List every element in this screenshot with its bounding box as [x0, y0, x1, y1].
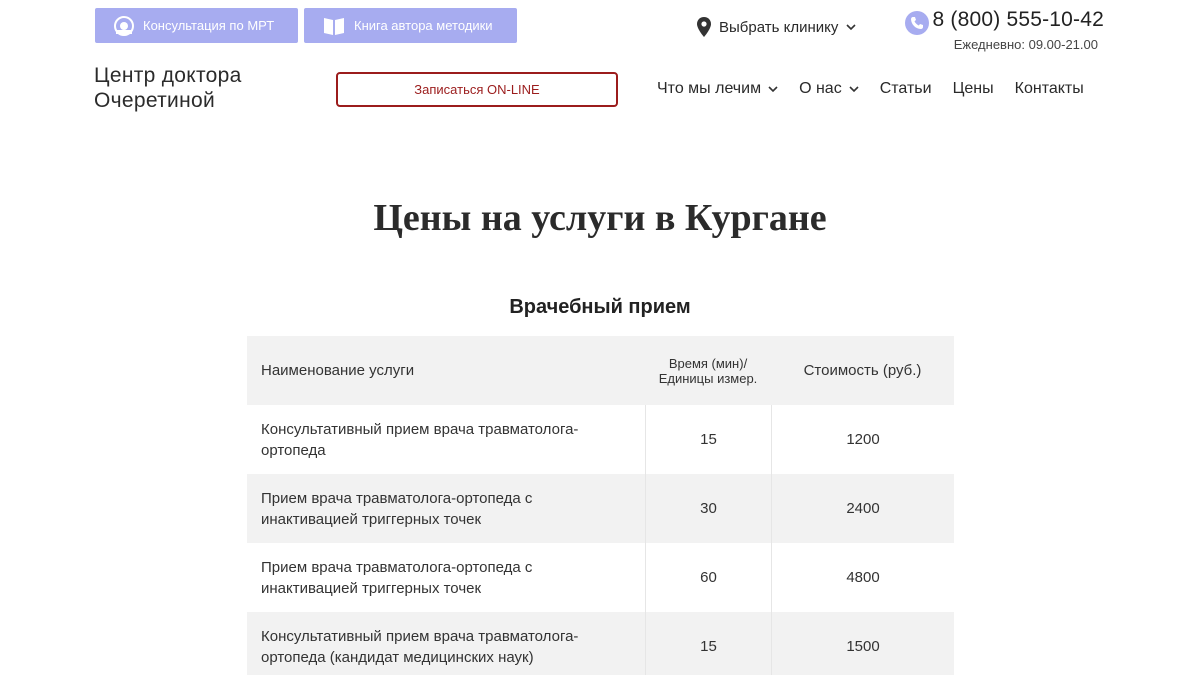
logo-line-1: Центр доктора: [94, 64, 242, 87]
column-header-price: Стоимость (руб.): [803, 362, 922, 379]
column-header-time: Время (мин)/ Единицы измер.: [658, 355, 758, 386]
nav-item-prices[interactable]: Цены: [953, 78, 994, 100]
mri-consultation-label: Консультация по МРТ: [143, 18, 275, 33]
author-book-label: Книга автора методики: [354, 18, 493, 33]
nav-item-contacts[interactable]: Контакты: [1015, 78, 1084, 100]
clinic-select[interactable]: Выбрать клинику: [697, 14, 856, 40]
nav-item-label: О нас: [799, 80, 842, 97]
table-row: Прием врача травматолога-ортопеда с инак…: [247, 543, 954, 612]
column-header-service: Наименование услуги: [261, 362, 415, 379]
chevron-down-icon: [846, 23, 856, 30]
nav-item-articles[interactable]: Статьи: [880, 78, 932, 100]
nav-item-label: Контакты: [1014, 80, 1084, 97]
table-row: Консультативный прием врача травматолога…: [247, 405, 954, 474]
table-header-row: Наименование услуги Время (мин)/ Единицы…: [247, 336, 954, 405]
price-cell: 1200: [771, 405, 954, 474]
mri-consultation-button[interactable]: Консультация по МРТ: [95, 8, 298, 43]
price-cell: 1500: [771, 612, 954, 675]
time-cell: 30: [645, 474, 771, 543]
phone-icon: [905, 11, 929, 35]
page-title: Цены на услуги в Кургане: [373, 197, 827, 239]
time-cell: 60: [645, 543, 771, 612]
book-online-button[interactable]: Записаться ON-LINE: [336, 72, 618, 107]
nav-item-about[interactable]: О нас: [799, 78, 859, 100]
time-cell: 15: [645, 612, 771, 675]
logo-line-2: Очеретиной: [94, 89, 215, 112]
price-table: Наименование услуги Время (мин)/ Единицы…: [247, 336, 954, 675]
service-name-cell: Прием врача травматолога-ортопеда с инак…: [261, 489, 533, 528]
clinic-select-label: Выбрать клинику: [719, 18, 839, 36]
price-cell: 2400: [771, 474, 954, 543]
price-cell: 4800: [771, 543, 954, 612]
nav-item-label: Цены: [952, 80, 994, 97]
nav-item-label: Что мы лечим: [657, 80, 762, 97]
nav-item-label: Статьи: [879, 80, 932, 97]
mri-icon: [114, 15, 134, 36]
phone-number[interactable]: 8 (800) 555-10-42: [932, 8, 1104, 32]
working-hours: Ежедневно: 09.00-21.00: [953, 37, 1098, 52]
book-icon: [324, 17, 344, 35]
table-row: Прием врача травматолога-ортопеда с инак…: [247, 474, 954, 543]
phone-block: 8 (800) 555-10-42 Ежедневно: 09.00-21.00: [904, 8, 1104, 58]
main-nav: Что мы лечим О нас Статьи Цены Контакты: [657, 78, 1084, 100]
chevron-down-icon: [768, 85, 778, 92]
time-cell: 15: [645, 405, 771, 474]
service-name-cell: Консультативный прием врача травматолога…: [261, 420, 579, 459]
service-name-cell: Прием врача травматолога-ортопеда с инак…: [261, 558, 533, 597]
location-pin-icon: [697, 17, 711, 37]
table-row: Консультативный прием врача травматолога…: [247, 612, 954, 675]
site-logo[interactable]: Центр доктора Очеретиной: [94, 63, 242, 113]
section-title: Врачебный прием: [509, 296, 691, 318]
nav-item-treatments[interactable]: Что мы лечим: [657, 78, 778, 100]
author-book-button[interactable]: Книга автора методики: [304, 8, 517, 43]
chevron-down-icon: [849, 85, 859, 92]
service-name-cell: Консультативный прием врача травматолога…: [261, 627, 579, 666]
